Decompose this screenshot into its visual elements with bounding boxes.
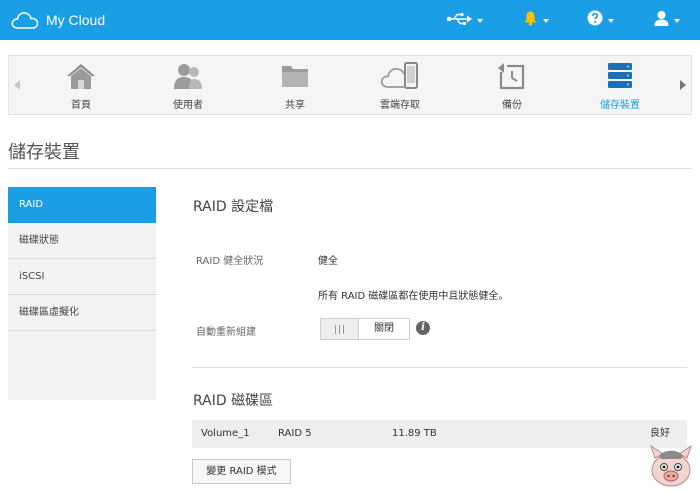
chevron-left-icon [14, 80, 20, 90]
table-row[interactable]: Volume_1 RAID 5 11.89 TB 良好 [192, 420, 687, 448]
raid-volumes-title: RAID 磁碟區 [193, 393, 274, 409]
chevron-down-icon [674, 19, 680, 23]
nav-label: 雲端存取 [380, 100, 420, 111]
main-nav: 首頁 使用者 共享 雲端存取 備份 儲存裝置 [8, 55, 692, 115]
cloud-device-icon [380, 62, 420, 90]
watermark-mascot-icon [645, 440, 697, 490]
app-title: My Cloud [46, 12, 106, 28]
auto-rebuild-value: 關閉 [374, 323, 394, 334]
sidebar-item-volume-virtualization[interactable]: 磁碟區虛擬化 [8, 295, 156, 331]
backup-icon [497, 62, 527, 90]
logo[interactable]: My Cloud [10, 8, 105, 32]
nav-scroll-right[interactable] [675, 56, 691, 114]
nav-label: 首頁 [71, 100, 91, 111]
toggle-handle[interactable] [321, 319, 359, 339]
raid-health-value: 健全 [318, 256, 338, 267]
chevron-down-icon [543, 19, 549, 23]
nav-item-backup[interactable]: 備份 [462, 56, 562, 114]
auto-rebuild-label: 自動重新組建 [196, 327, 256, 338]
user-icon [654, 10, 669, 30]
divider [8, 168, 692, 169]
nav-label: 使用者 [173, 100, 203, 111]
sidebar-item-raid[interactable]: RAID [8, 187, 156, 223]
page-title: 儲存裝置 [8, 142, 80, 163]
top-bar: My Cloud [0, 0, 700, 40]
nav-scroll-left[interactable] [9, 56, 25, 114]
users-icon [173, 62, 203, 90]
divider [192, 367, 687, 368]
home-icon [66, 62, 96, 90]
nav-item-storage[interactable]: 儲存裝置 [570, 56, 670, 114]
change-raid-mode-button[interactable]: 變更 RAID 模式 [192, 459, 291, 484]
bell-icon [523, 10, 538, 30]
nav-item-home[interactable]: 首頁 [31, 56, 131, 114]
raid-profile-title: RAID 設定檔 [193, 199, 274, 215]
raid-health-detail: 所有 RAID 磁碟區都在使用中且狀態健全。 [318, 291, 509, 302]
volume-raid-level: RAID 5 [278, 428, 312, 439]
volume-size: 11.89 TB [392, 428, 437, 439]
nav-item-cloud-access[interactable]: 雲端存取 [350, 56, 450, 114]
nav-item-shares[interactable]: 共享 [245, 56, 345, 114]
folder-icon [280, 62, 310, 90]
chevron-right-icon [680, 80, 686, 90]
auto-rebuild-toggle[interactable]: 關閉 [320, 318, 410, 340]
raid-health-label: RAID 健全狀況 [196, 256, 264, 267]
cloud-logo-icon [10, 10, 40, 30]
storage-icon [605, 62, 635, 90]
sidebar-item-iscsi[interactable]: iSCSI [8, 259, 156, 295]
chevron-down-icon [477, 19, 483, 23]
usb-menu[interactable] [446, 10, 483, 30]
sidebar-item-disk-status[interactable]: 磁碟狀態 [8, 223, 156, 259]
chevron-down-icon [608, 19, 614, 23]
volume-name: Volume_1 [201, 428, 250, 439]
info-icon[interactable]: i [416, 321, 430, 335]
nav-label: 備份 [502, 100, 522, 111]
help-icon [587, 10, 603, 30]
nav-label: 共享 [285, 100, 305, 111]
usb-icon [446, 11, 472, 30]
sidebar: RAID 磁碟狀態 iSCSI 磁碟區虛擬化 [8, 187, 156, 400]
nav-label: 儲存裝置 [600, 100, 640, 111]
help-menu[interactable] [587, 10, 614, 30]
user-menu[interactable] [654, 10, 680, 30]
alerts-menu[interactable] [523, 10, 549, 30]
nav-item-users[interactable]: 使用者 [138, 56, 238, 114]
